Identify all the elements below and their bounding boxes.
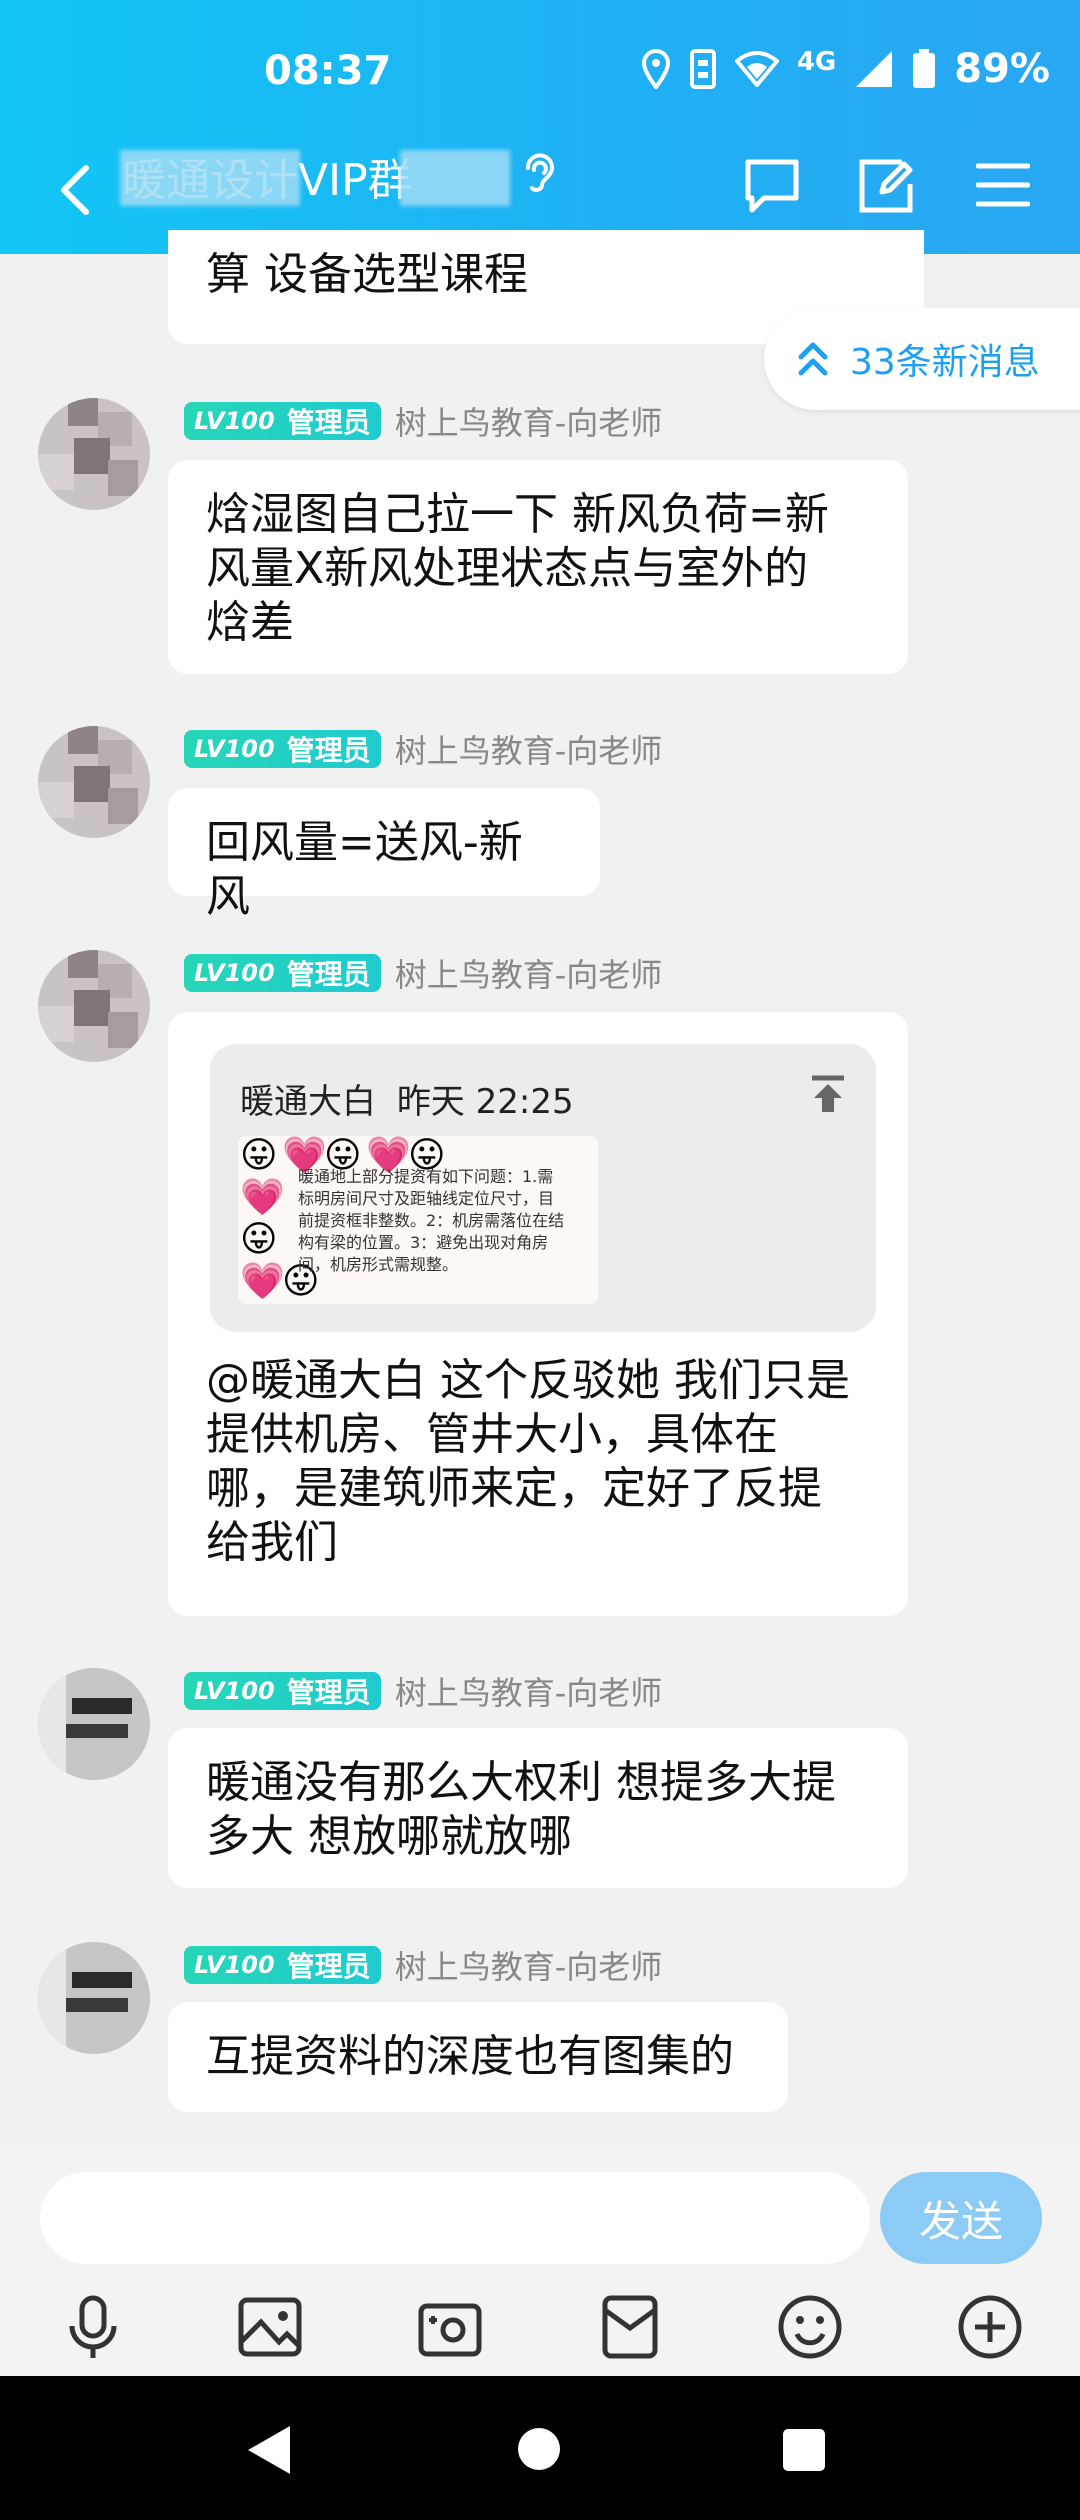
message-line: 提供机房、管井大小，具体在 — [206, 1409, 778, 1460]
status-icons: 4G 89% — [641, 46, 1050, 92]
status-time: 08:37 — [264, 48, 392, 94]
sim-icon — [689, 49, 716, 89]
nav-home-icon[interactable] — [516, 2426, 562, 2472]
sender-name[interactable]: 树上鸟教育-向老师 — [395, 726, 663, 772]
chat-icon[interactable] — [742, 156, 802, 216]
level-badge: LV100 管理员 — [184, 730, 381, 768]
message-line: 多大 想放哪就放哪 — [206, 1811, 572, 1862]
battery-icon — [913, 49, 936, 88]
level-badge: LV100 管理员 — [184, 1946, 381, 1984]
message-bubble[interactable]: 互提资料的深度也有图集的 — [168, 2002, 788, 2112]
edit-icon[interactable] — [858, 158, 914, 214]
message-input[interactable] — [40, 2172, 870, 2264]
message-line: @暖通大白 这个反驳她 我们只是 — [206, 1355, 850, 1406]
network-type: 4G — [796, 47, 837, 77]
send-button[interactable]: 发送 — [880, 2172, 1042, 2264]
red-packet-icon[interactable] — [595, 2292, 665, 2362]
new-messages-button[interactable]: 33条新消息 — [764, 308, 1080, 410]
message-line: 焓差 — [206, 597, 294, 648]
camera-icon[interactable] — [415, 2292, 485, 2362]
avatar[interactable] — [38, 726, 150, 838]
earpiece-icon — [526, 153, 554, 192]
sender-name[interactable]: 树上鸟教育-向老师 — [395, 398, 663, 444]
double-chevron-up-icon — [798, 342, 828, 376]
nav-recents-icon[interactable] — [782, 2428, 826, 2472]
sender-line: LV100 管理员 树上鸟教育-向老师 — [184, 1942, 662, 1988]
sender-line: LV100 管理员 树上鸟教育-向老师 — [184, 950, 662, 996]
title-blur — [120, 150, 300, 206]
sender-line: LV100 管理员 树上鸟教育-向老师 — [184, 398, 662, 444]
message-text: 算 设备选型课程 — [206, 249, 528, 300]
jump-to-top-icon[interactable] — [808, 1074, 848, 1114]
message-line: 风量X新风处理状态点与室外的 — [206, 543, 809, 594]
message-bubble[interactable]: 回风量=送风-新风 — [168, 788, 600, 922]
plus-icon[interactable] — [955, 2292, 1025, 2362]
quoted-message[interactable]: 暖通大白 昨天 22:25 😛 💗 😛 💗 😛 💗 😛 💗 😛 暖通地上部分提资… — [210, 1044, 876, 1332]
message-bubble[interactable]: 暖通没有那么大权利 想提多大提 多大 想放哪就放哪 — [168, 1728, 908, 1888]
message-line: 回风量=送风-新风 — [206, 817, 523, 922]
quoted-image[interactable]: 😛 💗 😛 💗 😛 💗 😛 💗 😛 暖通地上部分提资有如下问题：1.需标明房间尺… — [238, 1136, 598, 1304]
level-badge: LV100 管理员 — [184, 402, 381, 440]
system-nav-bar — [0, 2376, 1080, 2520]
level-badge: LV100 管理员 — [184, 954, 381, 992]
avatar[interactable] — [38, 398, 150, 510]
menu-icon[interactable] — [976, 162, 1030, 208]
sender-line: LV100 管理员 树上鸟教育-向老师 — [184, 1668, 662, 1714]
avatar[interactable] — [38, 1942, 150, 2054]
sender-name[interactable]: 树上鸟教育-向老师 — [395, 950, 663, 996]
emoji-icon[interactable] — [775, 2292, 845, 2362]
message-line: 哪，是建筑师来定，定好了反提 — [206, 1463, 822, 1514]
message-line: 焓湿图自己拉一下 新风负荷=新 — [206, 489, 829, 540]
image-icon[interactable] — [235, 2292, 305, 2362]
avatar[interactable] — [38, 950, 150, 1062]
message-line: 互提资料的深度也有图集的 — [206, 2031, 734, 2082]
quote-time: 昨天 22:25 — [396, 1082, 574, 1122]
sender-name[interactable]: 树上鸟教育-向老师 — [395, 1668, 663, 1714]
level-badge: LV100 管理员 — [184, 1672, 381, 1710]
back-arrow-icon[interactable] — [52, 160, 102, 220]
message-bubble[interactable]: 焓湿图自己拉一下 新风负荷=新 风量X新风处理状态点与室外的 焓差 — [168, 460, 908, 674]
quote-author: 暖通大白 — [240, 1082, 376, 1122]
voice-icon[interactable] — [58, 2292, 128, 2362]
top-bar: 08:37 4G 89% 暖通设计VIP群 — [0, 0, 1080, 254]
sender-line: LV100 管理员 树上鸟教育-向老师 — [184, 726, 662, 772]
quoted-image-text: 暖通地上部分提资有如下问题：1.需标明房间尺寸及距轴线定位尺寸，目前提资框非整数… — [298, 1167, 565, 1274]
nav-back-icon[interactable] — [246, 2424, 292, 2476]
battery-level: 89% — [954, 46, 1050, 92]
signal-icon — [856, 51, 893, 87]
location-icon — [641, 49, 670, 89]
message-line: 暖通没有那么大权利 想提多大提 — [206, 1757, 836, 1808]
new-messages-label: 33条新消息 — [850, 342, 1040, 383]
message-line: 给我们 — [206, 1517, 338, 1568]
sender-name[interactable]: 树上鸟教育-向老师 — [395, 1942, 663, 1988]
avatar[interactable] — [38, 1668, 150, 1780]
quote-header: 暖通大白 昨天 22:25 — [240, 1074, 574, 1123]
composer: 发送 — [0, 2150, 1080, 2375]
wifi-icon — [734, 51, 779, 87]
title-blur — [400, 150, 510, 206]
